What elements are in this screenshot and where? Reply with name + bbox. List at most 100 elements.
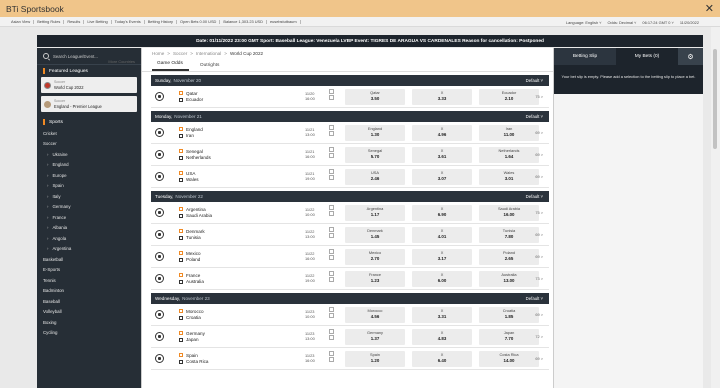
draw-odds-button[interactable]: X 6.00 [412,271,472,287]
sidebar-item[interactable]: › Germany [37,202,141,213]
event-teams[interactable]: Denmark Tunisia [179,228,289,241]
stats-icon[interactable] [329,351,334,356]
stats-icon[interactable] [329,307,334,312]
sidebar-item[interactable]: › Italy [37,191,141,202]
tab-outrights[interactable]: Outrights [195,63,225,71]
home-odds-button[interactable]: Germany 1.37 [345,329,405,345]
sidebar-item[interactable]: Badminton [37,286,141,297]
breadcrumb-item[interactable]: International [196,51,221,56]
sidebar-item[interactable]: Tennis [37,275,141,286]
sidebar-item[interactable]: Soccer [37,139,141,150]
more-markets-link[interactable]: 75 > [535,94,543,99]
stats-icon[interactable] [329,211,334,216]
draw-odds-button[interactable]: X 3.33 [412,89,472,105]
home-odds-button[interactable]: Argentina 1.17 [345,205,405,221]
topnav-link[interactable]: Results [64,19,85,24]
event-teams[interactable]: Spain Costa Rica [179,352,289,365]
away-odds-button[interactable]: Costa Rica 14.00 [479,351,539,367]
sidebar-item[interactable]: E-Sports [37,265,141,276]
stats-icon[interactable] [329,249,334,254]
featured-league-premier-league[interactable]: Soccer England - Premier League [41,96,137,112]
home-odds-button[interactable]: USA 2.46 [345,169,405,185]
sidebar-item[interactable]: › France [37,212,141,223]
home-odds-button[interactable]: Mexico 2.70 [345,249,405,265]
draw-odds-button[interactable]: X 6.90 [412,205,472,221]
stats-icon[interactable] [329,227,334,232]
stats-icon[interactable] [329,329,334,334]
stats-icon[interactable] [329,313,334,318]
topnav-language[interactable]: Language: English ˅ [563,20,605,25]
stats-icon[interactable] [329,147,334,152]
window-scrollbar[interactable] [711,27,720,388]
draw-odds-button[interactable]: X 4.83 [412,329,472,345]
stats-icon[interactable] [329,125,334,130]
stats-icon[interactable] [329,335,334,340]
event-teams[interactable]: USA Wales [179,170,289,183]
draw-odds-button[interactable]: X 3.17 [412,249,472,265]
featured-league-world-cup[interactable]: Soccer World Cup 2022 [41,77,137,93]
topnav-link[interactable]: Betting Rules [34,19,65,24]
event-teams[interactable]: Senegal Netherlands [179,148,289,161]
away-odds-button[interactable]: Wales 3.01 [479,169,539,185]
topnav-link[interactable]: Balance 1,303.23 USD [220,19,267,24]
topnav-link[interactable]: Live Betting [84,19,112,24]
stats-icon[interactable] [329,89,334,94]
stats-icon[interactable] [329,169,334,174]
draw-odds-button[interactable]: X 3.07 [412,169,472,185]
more-markets-link[interactable]: 69 > [535,152,543,157]
away-odds-button[interactable]: Australia 13.00 [479,271,539,287]
draw-odds-button[interactable]: X 3.31 [412,307,472,323]
scrollbar-thumb[interactable] [713,49,717,149]
close-icon[interactable]: ✕ [705,2,714,15]
away-odds-button[interactable]: Japan 7.70 [479,329,539,345]
topnav-link[interactable]: Today's Events [112,19,145,24]
tab-betting-slip[interactable]: Betting Slip [554,48,616,65]
home-odds-button[interactable]: Morocco 4.56 [345,307,405,323]
topnav-time[interactable]: 06:17:24 GMT 0 ˅ [639,20,676,25]
sidebar-item[interactable]: Boxing [37,317,141,328]
topnav-link[interactable]: eusebstutbaum [267,19,301,24]
sidebar-item[interactable]: › Angola [37,233,141,244]
topnav-link[interactable]: Betting History [145,19,178,24]
more-markets-link[interactable]: 69 > [535,254,543,259]
draw-odds-button[interactable]: X 3.61 [412,147,472,163]
stats-icon[interactable] [329,175,334,180]
draw-odds-button[interactable]: X 4.96 [412,125,472,141]
topnav-link[interactable]: Open Bets 0.00 USD [177,19,221,24]
market-select[interactable]: Default ˅ [526,114,543,119]
stats-icon[interactable] [329,233,334,238]
away-odds-button[interactable]: Ecuador 2.10 [479,89,539,105]
gear-icon[interactable]: ⚙ [678,48,703,65]
more-markets-link[interactable]: 72 > [535,334,543,339]
event-teams[interactable]: Mexico Poland [179,250,289,263]
stats-icon[interactable] [329,277,334,282]
more-markets-link[interactable]: 69 > [535,130,543,135]
stats-icon[interactable] [329,255,334,260]
stats-icon[interactable] [329,153,334,158]
breadcrumb-item[interactable]: Soccer [173,51,187,56]
event-teams[interactable]: Morocco Croatia [179,308,289,321]
more-markets-link[interactable]: 69 > [535,174,543,179]
event-teams[interactable]: Germany Japan [179,330,289,343]
stats-icon[interactable] [329,271,334,276]
search-input[interactable]: Search League/Event... [53,54,98,59]
topnav-link[interactable]: Asian View [8,19,35,24]
event-teams[interactable]: France Australia [179,272,289,285]
away-odds-button[interactable]: Saudi Arabia 16.00 [479,205,539,221]
away-odds-button[interactable]: Iran 11.00 [479,125,539,141]
home-odds-button[interactable]: England 1.30 [345,125,405,141]
event-teams[interactable]: Qatar Ecuador [179,90,289,103]
more-markets-link[interactable]: 75 > [535,210,543,215]
sidebar-item[interactable]: › England [37,160,141,171]
sidebar-item[interactable]: Basketball [37,254,141,265]
sidebar-item[interactable]: › Europe [37,170,141,181]
more-markets-link[interactable]: 69 > [535,312,543,317]
sidebar-item[interactable]: Cycling [37,328,141,339]
event-teams[interactable]: England Iran [179,126,289,139]
tab-game-odds[interactable]: Game Odds [152,61,189,71]
sidebar-item[interactable]: › Spain [37,181,141,192]
more-markets-link[interactable]: 69 > [535,232,543,237]
market-select[interactable]: Default ˅ [526,296,543,301]
more-markets-link[interactable]: 73 > [535,276,543,281]
stats-icon[interactable] [329,95,334,100]
